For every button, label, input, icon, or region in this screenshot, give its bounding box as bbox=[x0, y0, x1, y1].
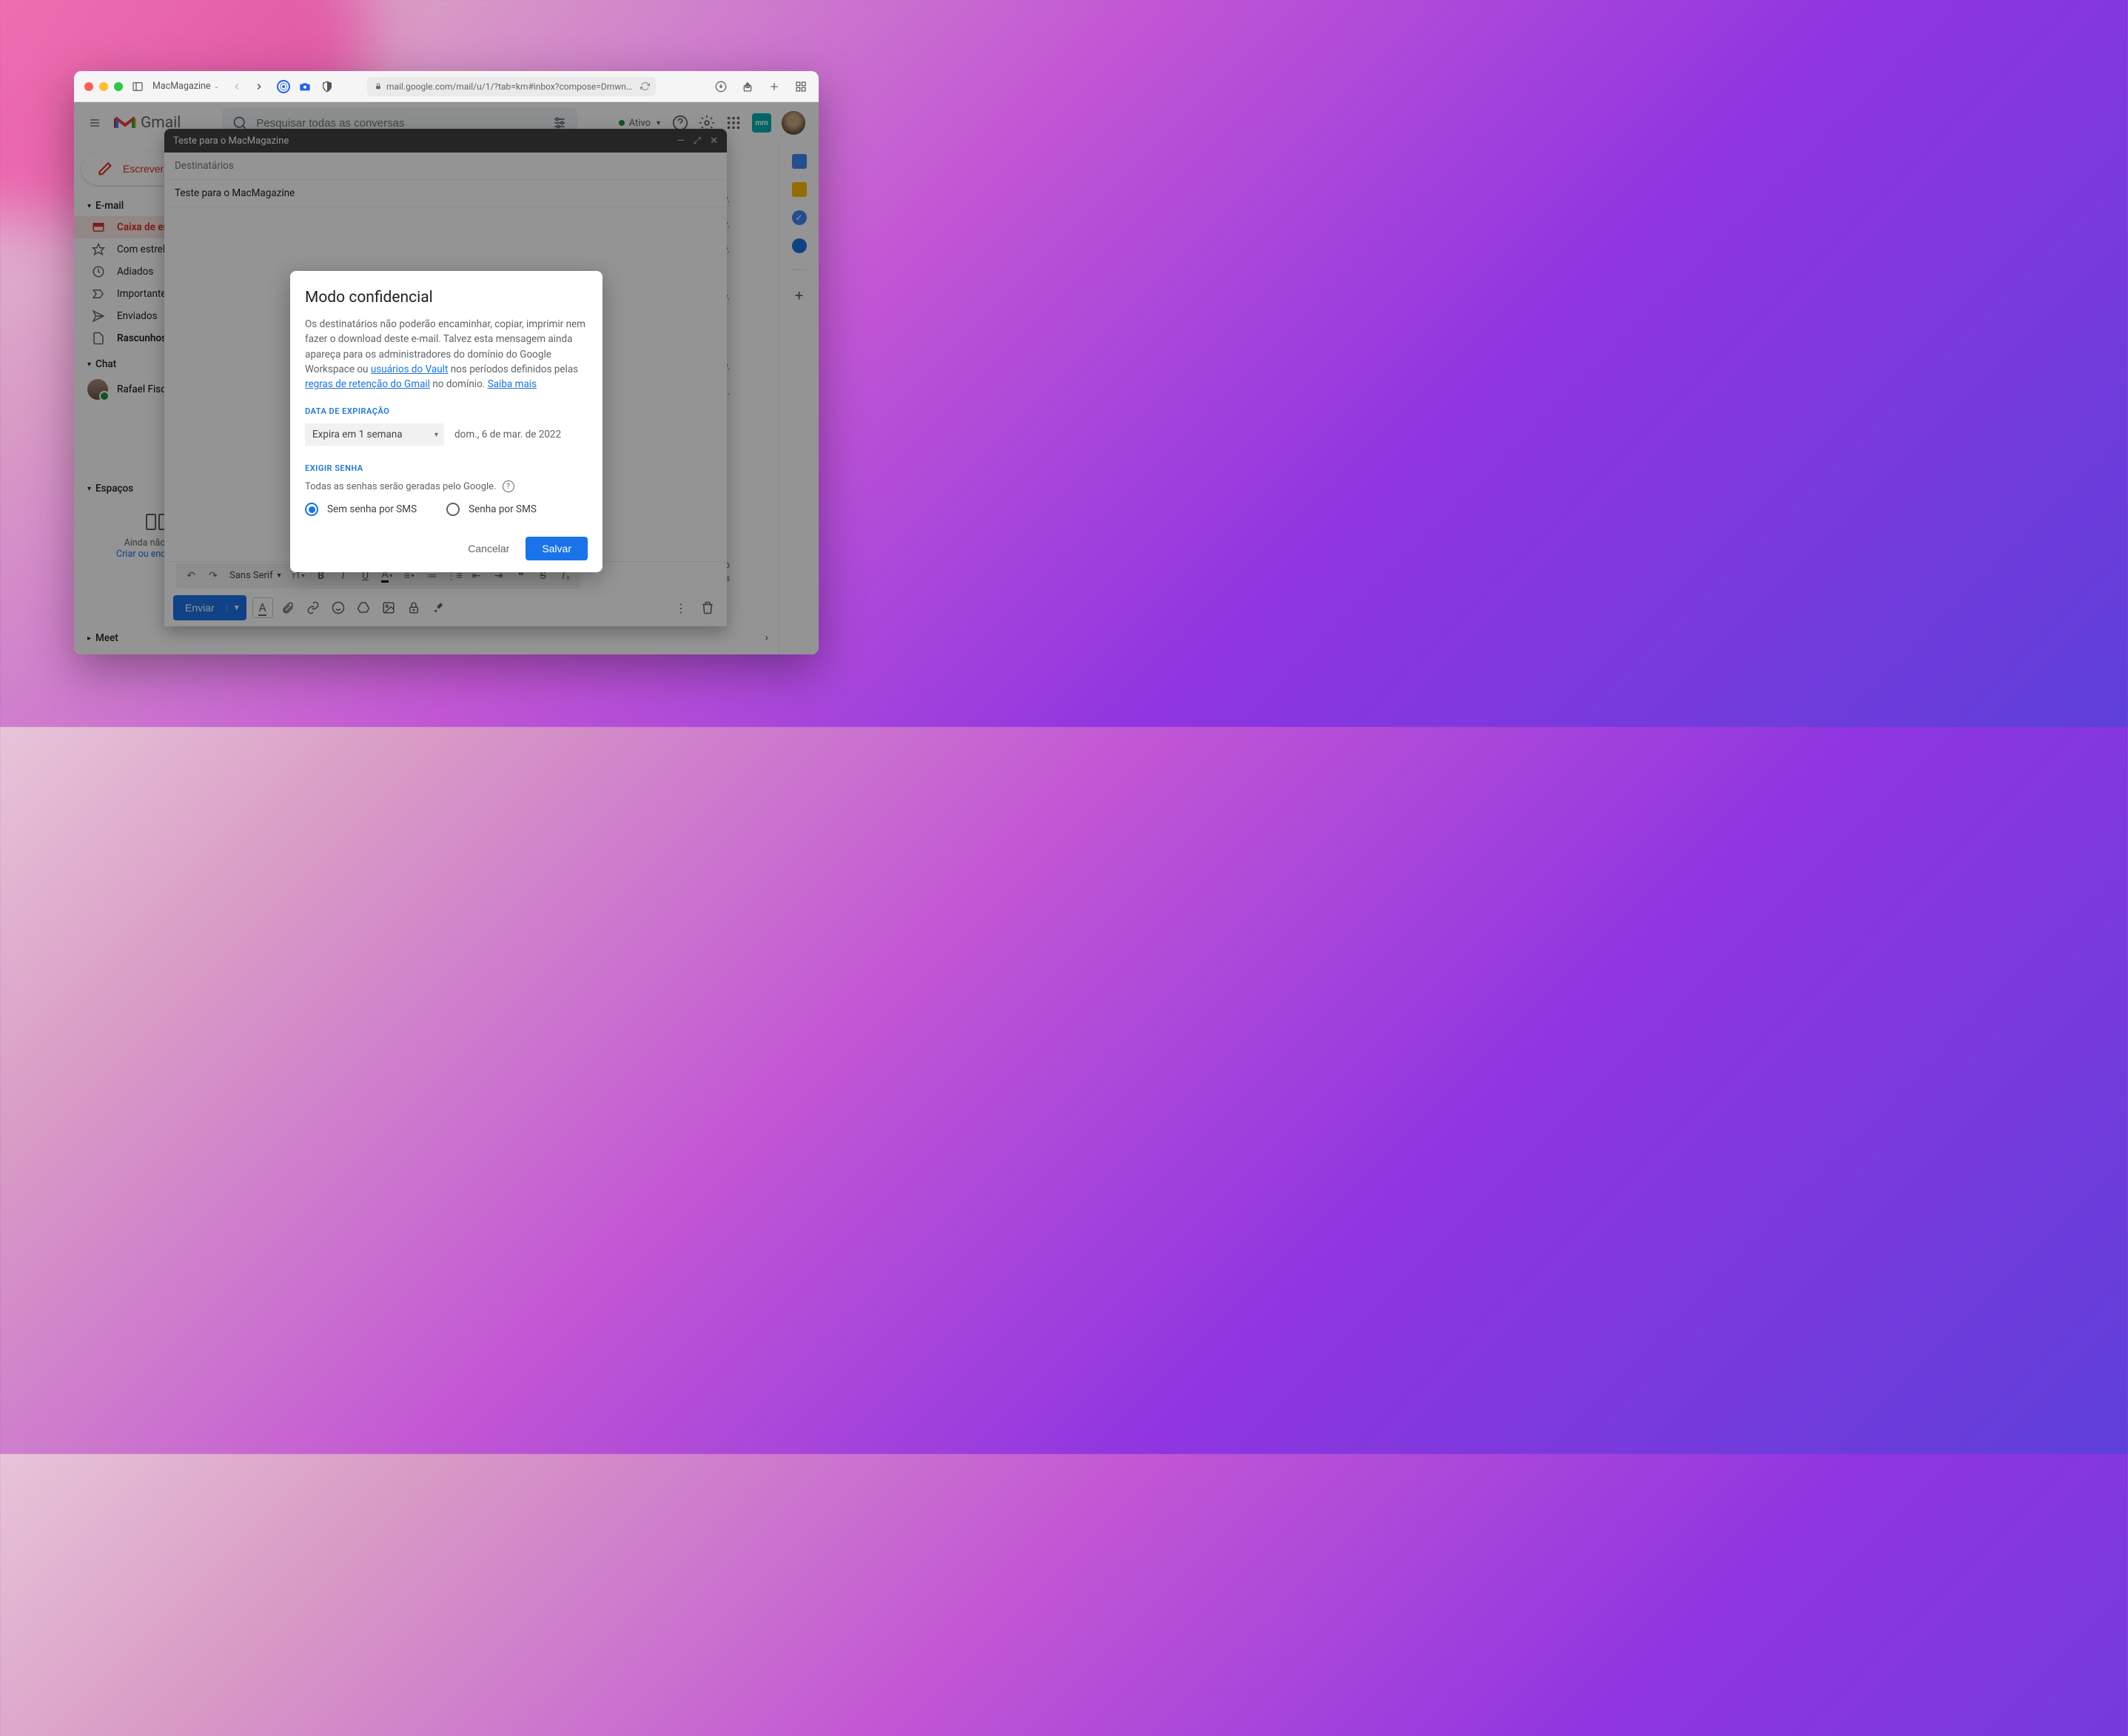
share-icon[interactable] bbox=[740, 79, 755, 94]
minimize-window[interactable] bbox=[99, 82, 108, 91]
gmail-app: Gmail Ativo ▼ mm bbox=[74, 102, 819, 654]
vault-users-link[interactable]: usuários do Vault bbox=[371, 363, 449, 375]
confidential-modal: Modo confidencial Os destinatários não p… bbox=[290, 271, 603, 572]
password-label: EXIGIR SENHA bbox=[305, 463, 588, 473]
forward-button[interactable] bbox=[249, 78, 269, 95]
help-icon[interactable]: ? bbox=[503, 480, 514, 492]
browser-window: MacMagazine ⌄ ⦿ mail.google.com/mail/u/1… bbox=[74, 71, 819, 654]
download-icon[interactable] bbox=[714, 79, 728, 94]
expiration-label: DATA DE EXPIRAÇÃO bbox=[305, 406, 588, 416]
retention-rules-link[interactable]: regras de retenção do Gmail bbox=[305, 378, 430, 390]
url-text: mail.google.com/mail/u/1/?tab=km#inbox?c… bbox=[386, 81, 635, 92]
radio-icon bbox=[446, 503, 460, 516]
save-button[interactable]: Salvar bbox=[526, 537, 588, 560]
password-hint: Todas as senhas serão geradas pelo Googl… bbox=[305, 480, 588, 492]
reload-icon[interactable] bbox=[640, 81, 650, 91]
1password-icon[interactable]: ⦿ bbox=[277, 80, 290, 93]
close-window[interactable] bbox=[84, 82, 93, 91]
camera-icon[interactable] bbox=[298, 79, 312, 94]
chevron-down-icon: ⌄ bbox=[214, 83, 220, 90]
cancel-button[interactable]: Cancelar bbox=[457, 537, 520, 560]
new-tab-icon[interactable] bbox=[767, 79, 782, 94]
radio-icon bbox=[305, 503, 318, 516]
maximize-window[interactable] bbox=[114, 82, 123, 91]
modal-description: Os destinatários não poderão encaminhar,… bbox=[305, 317, 588, 392]
learn-more-link[interactable]: Saiba mais bbox=[488, 378, 537, 390]
sidebar-toggle-icon[interactable] bbox=[130, 79, 145, 94]
shield-icon[interactable] bbox=[320, 79, 335, 94]
lock-icon bbox=[375, 82, 382, 90]
expiration-select[interactable]: Expira em 1 semana bbox=[305, 423, 444, 446]
expiration-date: dom., 6 de mar. de 2022 bbox=[454, 429, 561, 440]
tab-overview-icon[interactable] bbox=[793, 79, 808, 94]
tab-name[interactable]: MacMagazine ⌄ bbox=[152, 81, 219, 92]
url-bar[interactable]: mail.google.com/mail/u/1/?tab=km#inbox?c… bbox=[367, 77, 656, 96]
titlebar: MacMagazine ⌄ ⦿ mail.google.com/mail/u/1… bbox=[74, 71, 819, 102]
radio-sms[interactable]: Senha por SMS bbox=[446, 503, 537, 516]
modal-title: Modo confidencial bbox=[305, 289, 588, 306]
traffic-lights bbox=[84, 82, 123, 91]
radio-no-sms[interactable]: Sem senha por SMS bbox=[305, 503, 417, 516]
back-button[interactable] bbox=[226, 78, 247, 95]
